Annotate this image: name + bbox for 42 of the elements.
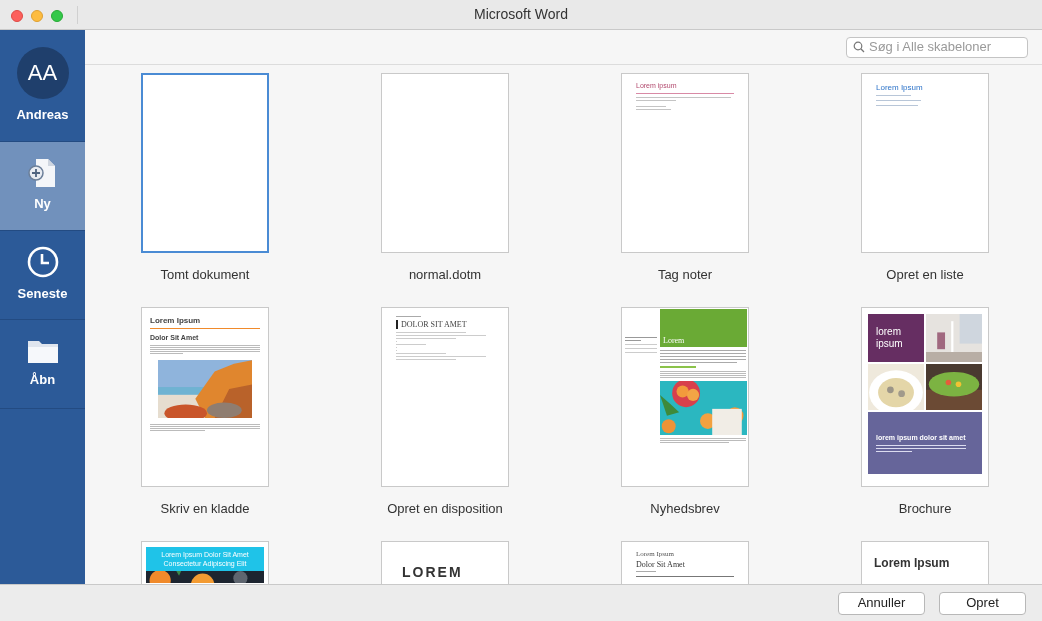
heading: DOLOR SIT AMET [396,320,494,329]
clock-icon [26,246,59,279]
close-button[interactable] [11,10,23,22]
text-lines-drawing [625,344,657,353]
template-label: Tomt dokument [160,266,250,284]
dialog-button[interactable]: Annuller [838,591,925,615]
text-lines-drawing [625,337,657,341]
template-label: Opret en disposition [387,500,503,518]
sidebar-item[interactable]: Åbn [0,320,85,409]
template-label: Brochure [898,500,952,518]
template-thumbnail[interactable] [141,73,269,253]
template-label: normal.dotm [408,266,482,284]
template-thumbnail[interactable]: LOREM [381,541,509,584]
template-thumbnail[interactable]: Lorem Ipsum [861,73,989,253]
text-line [636,571,656,572]
zoom-button[interactable] [51,10,63,22]
text-line [396,316,421,317]
search-field[interactable]: Søg i Alle skabeloner [846,36,1028,58]
template-thumbnail[interactable]: DOLOR SIT AMET [381,307,509,487]
sidebar-item[interactable]: AA Andreas [0,30,85,142]
template-label: Skriv en kladde [160,500,250,518]
heading: Lorem Ipsum [150,316,202,325]
minimize-button[interactable] [31,10,43,22]
heading: Lorem [663,336,685,345]
heading: LOREM [401,563,464,580]
dialog-button[interactable]: Opret [939,591,1026,615]
folder-icon [26,338,59,365]
template-thumbnail[interactable] [381,73,509,253]
heading-line [660,366,696,368]
heading: Dolor Sit Amet [636,560,686,569]
text-lines-drawing [876,95,921,106]
heading: Lorem Ipsum [873,555,951,570]
avatar: AA [16,46,69,99]
template-label: Nyhedsbrev [650,500,720,518]
window-title: Microsoft Word [474,5,568,24]
sidebar-item[interactable]: Seneste [0,231,85,320]
template-label: Tag noter [657,266,713,284]
search-icon [853,41,865,53]
heading: Lorem Ipsum [876,83,924,92]
heading: lorem ipsum [876,326,904,350]
template-label: Opret en liste [886,266,964,284]
template-thumbnail[interactable]: Lorem Ipsum [861,541,989,584]
